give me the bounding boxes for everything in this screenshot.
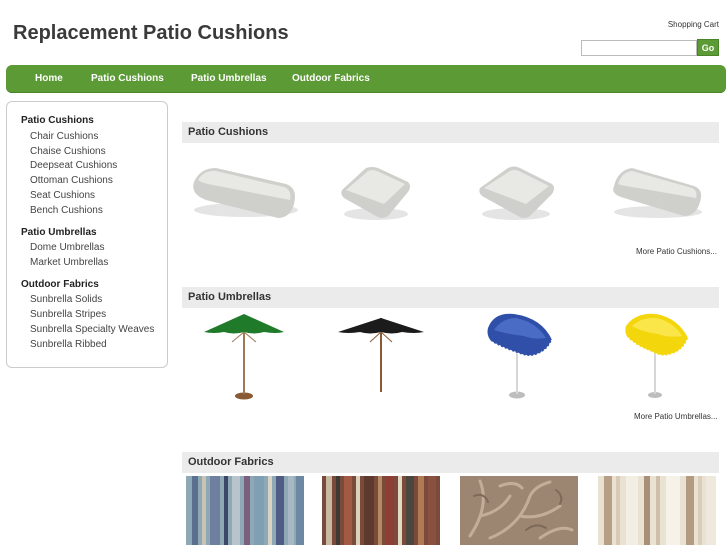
section-header-patio-cushions: Patio Cushions bbox=[182, 122, 719, 143]
sidebar-item[interactable]: Market Umbrellas bbox=[30, 257, 108, 268]
cushion-image[interactable] bbox=[608, 160, 706, 226]
umbrella-image[interactable] bbox=[336, 312, 426, 396]
cushion-image[interactable] bbox=[336, 160, 416, 226]
sidebar-item[interactable]: Sunbrella Ribbed bbox=[30, 339, 107, 350]
sidebar-item[interactable]: Sunbrella Stripes bbox=[30, 309, 106, 320]
sidebar-item[interactable]: Ottoman Cushions bbox=[30, 175, 113, 186]
sidebar: Patio Cushions Chair Cushions Chaise Cus… bbox=[6, 101, 168, 368]
sidebar-group-title[interactable]: Outdoor Fabrics bbox=[21, 279, 99, 290]
main-nav: Home Patio Cushions Patio Umbrellas Outd… bbox=[6, 65, 726, 93]
section-header-patio-umbrellas: Patio Umbrellas bbox=[182, 287, 719, 308]
more-patio-cushions-link[interactable]: More Patio Cushions... bbox=[636, 247, 717, 256]
nav-patio-umbrellas[interactable]: Patio Umbrellas bbox=[191, 73, 267, 84]
section-title: Outdoor Fabrics bbox=[188, 456, 274, 468]
fabric-swatch[interactable] bbox=[460, 476, 578, 545]
nav-home[interactable]: Home bbox=[35, 73, 63, 84]
go-button[interactable]: Go bbox=[697, 39, 719, 56]
sidebar-item[interactable]: Dome Umbrellas bbox=[30, 242, 104, 253]
cushion-image[interactable] bbox=[474, 160, 558, 226]
search-input[interactable] bbox=[581, 40, 697, 56]
shopping-cart-link[interactable]: Shopping Cart bbox=[668, 20, 719, 29]
site-title[interactable]: Replacement Patio Cushions bbox=[13, 22, 289, 45]
sidebar-item[interactable]: Bench Cushions bbox=[30, 205, 103, 216]
section-header-outdoor-fabrics: Outdoor Fabrics bbox=[182, 452, 719, 473]
sidebar-item[interactable]: Deepseat Cushions bbox=[30, 160, 117, 171]
sidebar-group-title[interactable]: Patio Cushions bbox=[21, 115, 94, 126]
cushion-image[interactable] bbox=[186, 160, 306, 226]
fabric-swatch[interactable] bbox=[598, 476, 716, 545]
sidebar-item[interactable]: Sunbrella Solids bbox=[30, 294, 102, 305]
nav-outdoor-fabrics[interactable]: Outdoor Fabrics bbox=[292, 73, 370, 84]
umbrella-image[interactable] bbox=[484, 310, 556, 400]
section-title: Patio Umbrellas bbox=[188, 291, 272, 303]
umbrella-image[interactable] bbox=[622, 310, 692, 400]
sidebar-item[interactable]: Seat Cushions bbox=[30, 190, 95, 201]
umbrella-image[interactable] bbox=[202, 312, 288, 402]
fabric-swatch[interactable] bbox=[186, 476, 304, 545]
section-title: Patio Cushions bbox=[188, 126, 269, 138]
nav-patio-cushions[interactable]: Patio Cushions bbox=[91, 73, 164, 84]
sidebar-item[interactable]: Chair Cushions bbox=[30, 131, 98, 142]
more-patio-umbrellas-link[interactable]: More Patio Umbrellas... bbox=[634, 412, 718, 421]
fabric-swatch[interactable] bbox=[322, 476, 440, 545]
sidebar-item[interactable]: Chaise Cushions bbox=[30, 146, 106, 157]
sidebar-group-title[interactable]: Patio Umbrellas bbox=[21, 227, 97, 238]
sidebar-item[interactable]: Sunbrella Specialty Weaves bbox=[30, 324, 154, 335]
